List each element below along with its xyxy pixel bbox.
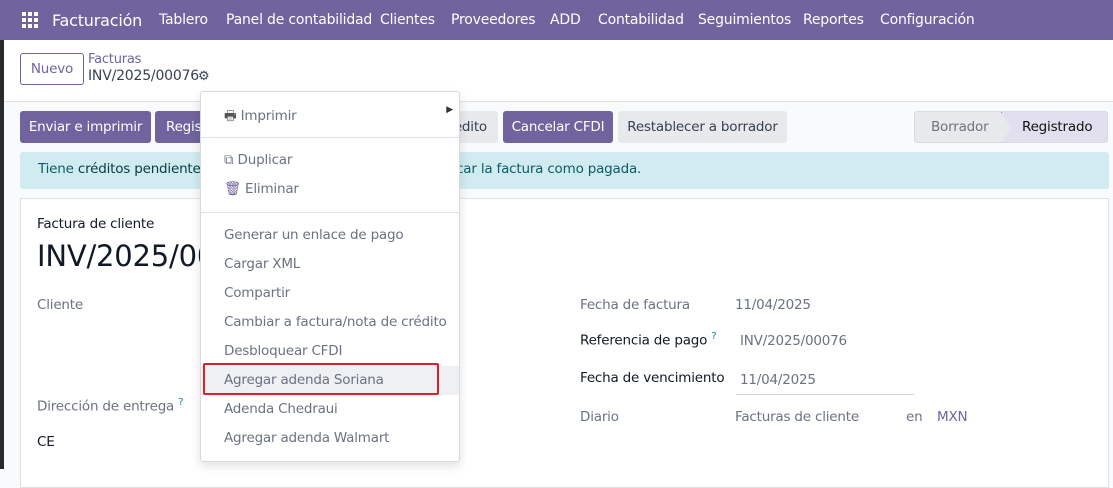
delivery-address-label: Dirección de entrega ? (37, 397, 183, 415)
customer-label: Cliente (37, 297, 83, 313)
send-print-button[interactable]: Enviar e imprimir (20, 111, 151, 143)
menu-divider (201, 212, 459, 213)
due-date-input[interactable]: 11/04/2025 (736, 372, 914, 395)
top-navbar: Facturación Tablero Panel de contabilida… (0, 0, 1113, 40)
delivery-address-label-text: Dirección de entrega (37, 399, 174, 415)
caret-right-icon: ▶ (446, 105, 453, 115)
status-posted-label: Registrado (1022, 119, 1092, 135)
menu-print-label: Imprimir (241, 108, 297, 124)
menu-divider (201, 137, 459, 138)
menu-generate-payment-link[interactable]: Generar un enlace de pago (201, 221, 459, 250)
new-button[interactable]: Nuevo (20, 53, 84, 85)
menu-load-xml[interactable]: Cargar XML (201, 250, 459, 279)
menu-duplicate[interactable]: ⧉ Duplicar (201, 146, 459, 175)
nav-add[interactable]: ADD (550, 12, 581, 28)
ce-label: CE (37, 434, 55, 450)
gear-dropdown-menu: 🖶 Imprimir ▶ ⧉ Duplicar 🗑 Eliminar Genera… (200, 91, 460, 462)
nav-clientes[interactable]: Clientes (380, 12, 435, 28)
breadcrumb-current: INV/2025/00076 (88, 68, 199, 84)
payment-ref-label: Referencia de pago ? (580, 331, 716, 349)
help-tooltip-icon[interactable]: ? (178, 397, 183, 408)
currency-link[interactable]: MXN (937, 409, 967, 425)
printer-icon: 🖶 (224, 108, 237, 124)
status-bar: Borrador Registrado (914, 111, 1108, 143)
copy-icon: ⧉ (224, 152, 233, 168)
nav-proveedores[interactable]: Proveedores (451, 12, 535, 28)
nav-panel-contabilidad[interactable]: Panel de contabilidad (226, 12, 372, 28)
nav-configuracion[interactable]: Configuración (880, 12, 975, 28)
highlight-box (203, 363, 439, 395)
pending-credits-alert: Tiene créditos pendiente marcar la factur… (20, 152, 1109, 189)
invoice-type: Factura de cliente (37, 216, 154, 232)
reset-draft-button[interactable]: Restablecer a borrador (618, 111, 787, 143)
menu-add-walmart-addenda[interactable]: Agregar adenda Walmart (201, 424, 459, 453)
journal-label: Diario (580, 409, 619, 425)
background-window-edge (0, 40, 4, 469)
menu-chedraui-addenda[interactable]: Adenda Chedraui (201, 395, 459, 424)
nav-reportes[interactable]: Reportes (803, 12, 864, 28)
alert-text-end: marcar la factura como pagada. (430, 161, 641, 177)
menu-share[interactable]: Compartir (201, 279, 459, 308)
journal-value[interactable]: Facturas de cliente (735, 409, 859, 425)
invoice-date-value[interactable]: 11/04/2025 (735, 297, 811, 313)
gear-icon[interactable]: ⚙ (198, 69, 209, 84)
payment-ref-label-text: Referencia de pago (580, 333, 707, 349)
menu-unlock-cfdi[interactable]: Desbloquear CFDI (201, 337, 459, 366)
trash-icon: 🗑 (224, 181, 241, 197)
payment-ref-value[interactable]: INV/2025/00076 (740, 333, 847, 349)
menu-delete-label: Eliminar (245, 181, 299, 197)
cancel-cfdi-button[interactable]: Cancelar CFDI (503, 111, 613, 143)
menu-delete[interactable]: 🗑 Eliminar (201, 175, 459, 204)
invoice-date-label: Fecha de factura (580, 297, 690, 313)
status-posted[interactable]: Registrado (1001, 112, 1108, 143)
menu-switch-invoice-credit[interactable]: Cambiar a factura/nota de crédito (201, 308, 459, 337)
due-date-label: Fecha de vencimiento (580, 370, 724, 386)
apps-menu-icon[interactable] (22, 12, 38, 28)
menu-duplicate-label: Duplicar (238, 152, 293, 168)
breadcrumb-parent[interactable]: Facturas (88, 52, 141, 67)
nav-seguimientos[interactable]: Seguimientos (698, 12, 791, 28)
currency-in-label: en (906, 409, 922, 425)
invoice-title: INV/2025/00 (37, 239, 215, 273)
alert-text: Tiene (38, 161, 78, 177)
app-title[interactable]: Facturación (52, 11, 142, 30)
nav-contabilidad[interactable]: Contabilidad (598, 12, 684, 28)
help-tooltip-icon[interactable]: ? (711, 331, 716, 342)
menu-print[interactable]: 🖶 Imprimir ▶ (201, 100, 459, 129)
alert-bold-text: créditos pendiente (78, 161, 201, 177)
nav-tablero[interactable]: Tablero (159, 12, 208, 28)
status-draft[interactable]: Borrador (931, 119, 988, 135)
